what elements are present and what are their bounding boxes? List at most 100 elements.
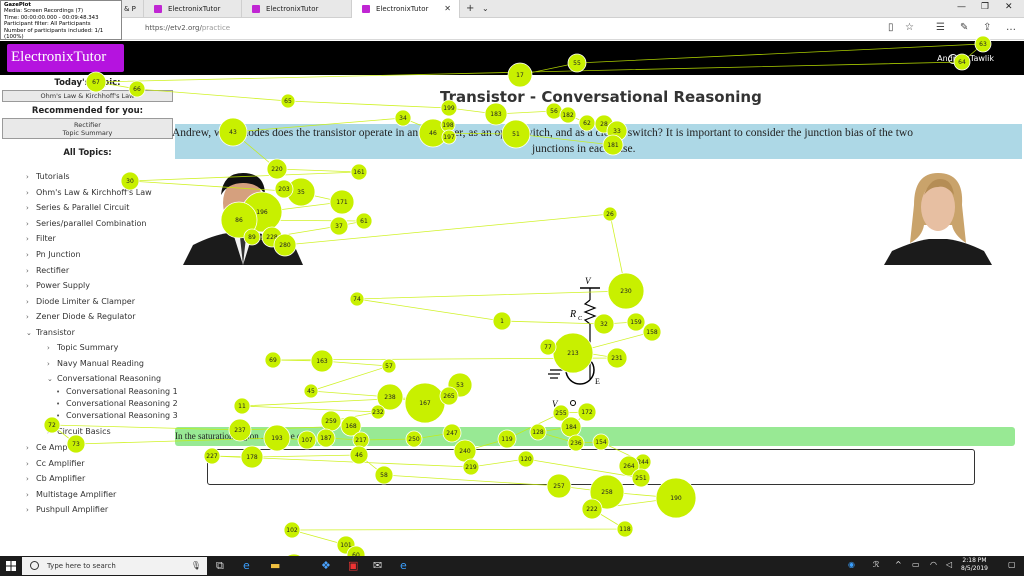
todays-topic-heading: Today's Topic: [54,78,121,88]
pen-icon[interactable]: ✎ [960,22,968,33]
tray-chevron-icon[interactable]: ^ [895,560,902,569]
sidebar-subtopic[interactable]: › Navy Manual Reading [47,359,144,368]
edge-browser-icon[interactable]: e [243,559,250,572]
chevron-right-icon: › [26,313,29,322]
sidebar-topic[interactable]: › Pushpull Amplifier [26,505,108,514]
sidebar-topic[interactable]: › Rectifier [26,266,69,275]
favorites-list-icon[interactable]: ☰ [936,22,945,33]
volume-icon[interactable]: ◁ [946,560,952,569]
topic-label: Rectifier [36,265,70,275]
new-tab-icon[interactable]: + [466,3,474,14]
chevron-right-icon: › [26,459,29,468]
clock-time: 2:18 PM [962,557,987,564]
file-explorer-icon[interactable]: ▬ [270,559,280,572]
tray-app-icon[interactable]: ◉ [848,560,855,569]
sidebar-topic[interactable]: › Tutorials [26,172,70,181]
sidebar-topic[interactable]: › Diode Limiter & Clamper [26,297,135,306]
people-icon[interactable]: ℛ [873,560,879,569]
ie-icon[interactable]: e [400,559,407,572]
favorite-star-icon[interactable]: ☆ [905,22,914,33]
tab-label: ElectronixTutor [266,5,319,13]
tab-list-chevron-icon[interactable]: ⌄ [482,4,489,13]
browser-tab-partial[interactable]: & P [122,0,144,18]
fixation-number: 53 [456,382,464,389]
sidebar-topic[interactable]: › Pn Junction [26,250,81,259]
sidebar-topic[interactable]: › Filter [26,234,56,243]
sidebar-topic[interactable]: › Multistage Amplifier [26,490,116,499]
topic-label: Pn Junction [36,250,81,259]
vcc-label: V [585,276,592,286]
sidebar-subtopic[interactable]: › Circuit Basics [47,427,111,436]
sidebar-subtopic[interactable]: ⌄ Conversational Reasoning [47,374,161,383]
microphone-icon[interactable]: 🎙 [191,561,201,570]
user-name[interactable]: Andrew Tawlik [937,54,994,63]
more-icon[interactable]: … [1006,22,1016,33]
windows-start-icon[interactable] [6,561,16,571]
question-box: Andrew, what modes does the transistor o… [172,124,1022,159]
sidebar-topic[interactable]: › Zener Diode & Regulator [26,312,136,321]
app-icon[interactable]: ▣ [348,559,358,572]
fixation-number: 69 [269,357,277,364]
recommended-button[interactable]: Rectifier Topic Summary [2,118,173,139]
chevron-right-icon: › [26,475,29,484]
sidebar-topic[interactable]: › Ce Amp [26,443,67,452]
sidebar-subsubtopic[interactable]: • Conversational Reasoning 1 [56,387,178,396]
gaze-fixation: 101 [336,535,356,555]
sidebar-topic[interactable]: › Series/parallel Combination [26,219,146,228]
mail-icon[interactable]: ✉ [373,559,382,572]
taskbar-search-box[interactable]: Type here to search 🎙 [22,557,207,575]
close-tab-icon[interactable]: ✕ [444,4,451,13]
fixation-number: 45 [307,388,315,395]
sidebar-subtopic[interactable]: › Topic Summary [47,343,118,352]
gaze-fixation: 74 [349,291,365,307]
chevron-right-icon: › [26,282,29,291]
fixation-number: 167 [419,400,431,407]
rc-label: R [569,309,576,320]
sidebar-topic[interactable]: › Ohm's Law & Kirchhoff's Law [26,188,152,197]
chevron-right-icon: › [26,219,29,228]
fixation-number: 61 [360,218,368,225]
wifi-icon[interactable]: ◠ [930,560,937,569]
restore-icon[interactable]: ❐ [981,2,989,12]
todays-topic-button[interactable]: Ohm's Law & Kirchhoff's Law [2,90,173,102]
topic-label: Series/parallel Combination [36,218,147,228]
fixation-number: 57 [385,363,393,370]
taskbar-clock[interactable]: 2:18 PM 8/5/2019 [961,557,988,573]
sidebar-topic[interactable]: › Series & Parallel Circuit [26,203,129,212]
close-window-icon[interactable]: ✕ [1005,2,1013,12]
gaze-fixation: 222 [581,498,603,520]
notifications-icon[interactable]: ▢ [1008,560,1016,569]
browser-tab-active[interactable]: ElectronixTutor ✕ [352,0,460,18]
sidebar-topic[interactable]: › Cc Amplifier [26,459,85,468]
sidebar-subsubtopic[interactable]: • Conversational Reasoning 3 [56,411,178,420]
sidebar-topic[interactable]: ⌄ Transistor [26,328,75,337]
site-logo[interactable]: ElectronixTutor [7,44,124,72]
gaze-fixation: 11 [233,397,251,415]
browser-tab-1[interactable]: ElectronixTutor [144,0,242,18]
gaze-fixation: 183 [484,102,508,126]
fixation-number: 259 [325,418,337,425]
browser-tab-2[interactable]: ElectronixTutor [242,0,352,18]
answer-input[interactable] [207,449,975,485]
reading-view-icon[interactable]: ▯ [888,22,894,33]
network-icon[interactable]: ▭ [912,560,920,569]
minimize-icon[interactable]: — [957,2,966,12]
sidebar-subsubtopic[interactable]: • Conversational Reasoning 2 [56,399,178,408]
fixation-number: 65 [284,98,292,105]
task-view-icon[interactable]: ⧉ [216,559,224,573]
gaze-fixation: 167 [404,382,446,424]
gaze-saccade-path [50,43,985,567]
chevron-right-icon: › [47,344,50,352]
rc-subscript: C [578,316,583,322]
url-text[interactable]: https://etv2.org/practice [145,24,230,32]
fixation-number: 183 [490,111,502,118]
sidebar-topic[interactable]: › Cb Amplifier [26,474,85,483]
share-icon[interactable]: ⇪ [983,22,991,33]
dropbox-icon[interactable]: ❖ [321,559,331,572]
chevron-right-icon: › [26,490,29,499]
gaze-fixation: 26 [602,206,618,222]
address-bar[interactable]: https://etv2.org/practice ▯ ☆ ☰ ✎ ⇪ … [0,18,1024,40]
sidebar-topic[interactable]: › Power Supply [26,281,90,290]
vin-label: V [552,399,559,409]
topic-label: Diode Limiter & Clamper [36,296,135,306]
